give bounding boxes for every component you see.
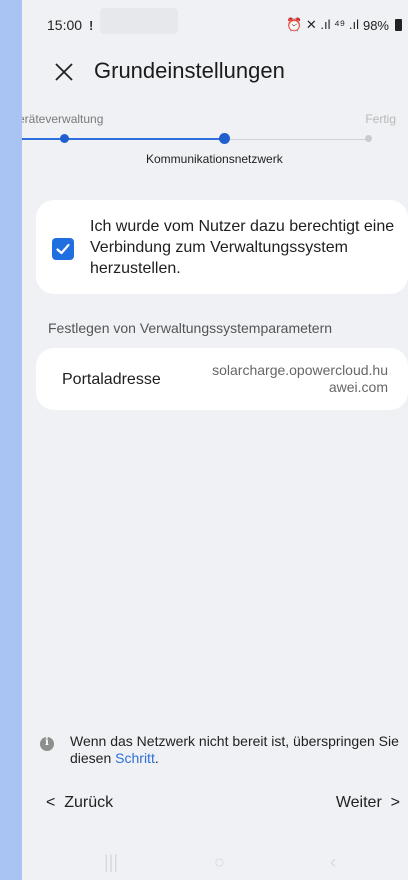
- back-label: Zurück: [64, 794, 114, 811]
- hint-text: Wenn das Netzwerk nicht bereit ist, über…: [70, 733, 408, 767]
- step-dot-pending: [365, 135, 372, 142]
- chevron-left-icon: <: [46, 794, 56, 811]
- portal-address-row[interactable]: Portaladresse solarcharge.opowercloud.hu…: [36, 348, 408, 410]
- status-bar: 15:00 ! ⏰ ✕ .ıl ⁴⁹ .ıl 98%: [22, 0, 408, 40]
- next-label: Weiter: [335, 794, 382, 811]
- notification-icon: !: [89, 18, 94, 33]
- recent-apps-icon[interactable]: |||: [104, 852, 118, 873]
- stepper-line-pending: [224, 139, 368, 140]
- progress-stepper: eräteverwaltung Fertig Kommunikationsnet…: [22, 108, 408, 170]
- header: Grundeinstellungen: [22, 52, 408, 92]
- system-back-icon[interactable]: ‹: [330, 852, 336, 873]
- step-dot-done: [60, 134, 69, 143]
- system-icons: ⏰ ✕ .ıl ⁴⁹ .ıl 98%: [286, 17, 402, 33]
- home-icon[interactable]: ○: [214, 852, 225, 873]
- step-device-management-label: eräteverwaltung: [22, 112, 104, 126]
- next-button[interactable]: Weiter >: [336, 794, 400, 812]
- system-navigation-bar: ||| ○ ‹: [22, 846, 408, 880]
- hint-suffix: .: [154, 750, 159, 766]
- step-dot-current: [219, 133, 230, 144]
- step-current-label: Kommunikationsnetzwerk: [146, 152, 283, 166]
- screen: 15:00 ! ⏰ ✕ .ıl ⁴⁹ .ıl 98% Grundeinstell…: [22, 0, 408, 880]
- consent-checkbox[interactable]: [52, 238, 74, 260]
- consent-text: Ich wurde vom Nutzer dazu berechtigt ein…: [90, 218, 395, 277]
- signal-icons: ⏰ ✕ .ıl ⁴⁹ .ıl: [286, 17, 359, 32]
- chevron-right-icon: >: [390, 794, 400, 811]
- info-icon: [40, 737, 54, 751]
- battery-level: 98%: [362, 17, 389, 33]
- close-icon[interactable]: [52, 60, 76, 84]
- page-title: Grundeinstellungen: [94, 58, 285, 83]
- skip-step-link[interactable]: Schritt: [115, 750, 155, 766]
- consent-card: Ich wurde vom Nutzer dazu berechtigt ein…: [36, 200, 408, 294]
- stepper-line-complete: [22, 138, 224, 140]
- portal-address-label: Portaladresse: [62, 371, 161, 388]
- section-heading: Festlegen von Verwaltungssystemparameter…: [48, 320, 333, 336]
- back-button[interactable]: < Zurück: [46, 794, 113, 812]
- redacted-area: [100, 8, 178, 34]
- portal-address-value: solarcharge.opowercloud.huawei.com: [212, 362, 388, 395]
- status-time: 15:00: [47, 17, 83, 33]
- check-icon: [56, 243, 70, 255]
- battery-icon: [395, 19, 402, 31]
- step-finish-label: Fertig: [365, 112, 396, 126]
